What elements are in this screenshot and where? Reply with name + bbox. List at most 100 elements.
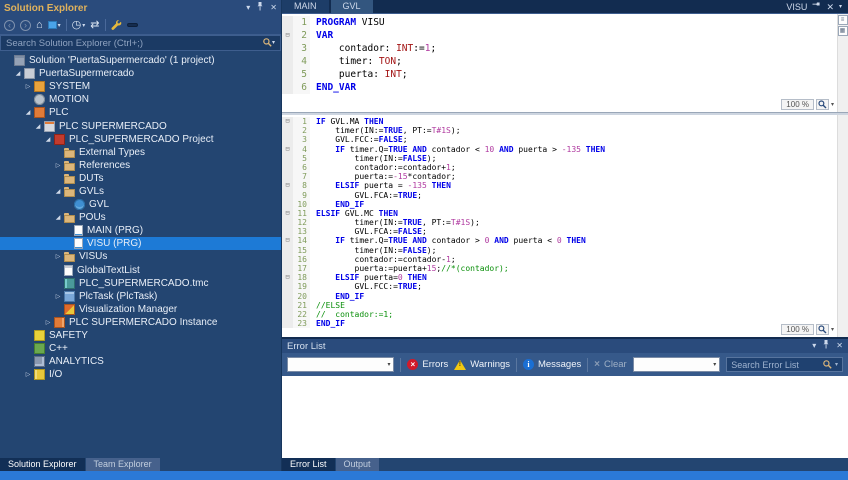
fold-marker-icon[interactable]: ⊟ — [282, 29, 293, 42]
warnings-filter-button[interactable]: Warnings — [454, 359, 510, 370]
error-list-search[interactable]: Search Error List ▾ — [726, 357, 843, 372]
pending-changes-icon[interactable]: ◷▾ — [72, 20, 86, 31]
tab-error-list[interactable]: Error List — [282, 458, 335, 471]
magnifier-icon[interactable] — [816, 324, 829, 335]
tree-item[interactable]: ▷SYSTEM — [0, 80, 281, 93]
code-line[interactable]: ⊟11ELSIF GVL.MC THEN — [282, 209, 848, 218]
close-icon[interactable]: ✕ — [826, 2, 834, 12]
code-line[interactable]: ⊟2VAR — [282, 29, 848, 42]
solution-explorer-search[interactable]: Search Solution Explorer (Ctrl+;) ▾ — [0, 35, 281, 51]
search-input[interactable]: Search Error List — [731, 360, 820, 370]
tree-item[interactable]: MAIN (PRG) — [0, 224, 281, 237]
code-line[interactable]: 5 timer(IN:=FALSE); — [282, 154, 848, 163]
code-line[interactable]: 6 contador:=contador+1; — [282, 163, 848, 172]
implementation-scrollbar[interactable] — [837, 115, 848, 337]
expander-collapsed-icon[interactable]: ▷ — [53, 162, 63, 169]
expander-expanded-icon[interactable]: ◢ — [13, 70, 23, 77]
code-line[interactable]: 2 timer(IN:=TRUE, PT:=T#1S); — [282, 126, 848, 135]
tree-item[interactable]: ◢GVLs — [0, 185, 281, 198]
search-icon[interactable] — [823, 356, 832, 374]
code-line[interactable]: ⊟1IF GVL.MA THEN — [282, 117, 848, 126]
expander-collapsed-icon[interactable]: ▷ — [23, 371, 33, 378]
tree-item[interactable]: Visualization Manager — [0, 303, 281, 316]
declaration-scrollbar[interactable]: ≡ ▦ — [837, 14, 848, 112]
code-line[interactable]: 4 timer: TON; — [282, 55, 848, 68]
expander-collapsed-icon[interactable]: ▷ — [53, 253, 63, 260]
implementation-editor[interactable]: ⊟1IF GVL.MA THEN2 timer(IN:=TRUE, PT:=T#… — [282, 115, 848, 337]
tab-team-explorer[interactable]: Team Explorer — [86, 458, 160, 471]
fold-marker-icon[interactable]: ⊟ — [282, 209, 293, 218]
zoom-caret-icon[interactable]: ▾ — [831, 326, 834, 333]
expander-expanded-icon[interactable]: ◢ — [53, 188, 63, 195]
error-scope-dropdown[interactable]: ▾ — [287, 357, 394, 372]
search-icon[interactable] — [263, 34, 272, 52]
expander-expanded-icon[interactable]: ◢ — [33, 123, 43, 130]
fold-marker-icon[interactable]: ⊟ — [282, 117, 293, 126]
tree-item[interactable]: ▷I/O — [0, 368, 281, 381]
code-line[interactable]: ⊟4 IF timer.Q=TRUE AND contador < 10 AND… — [282, 145, 848, 154]
tree-item[interactable]: VISU (PRG) — [0, 237, 281, 250]
declaration-tabular-view-button[interactable]: ▦ — [838, 26, 848, 36]
tree-item[interactable]: ▷PlcTask (PlcTask) — [0, 290, 281, 303]
zoom-caret-icon[interactable]: ▾ — [831, 101, 834, 108]
code-line[interactable]: 22// contador:=1; — [282, 310, 848, 319]
tree-item[interactable]: MOTION — [0, 93, 281, 106]
tree-item[interactable]: Solution 'PuertaSupermercado' (1 project… — [0, 54, 281, 67]
declaration-textual-view-button[interactable]: ≡ — [838, 15, 848, 25]
pin-icon[interactable] — [822, 340, 830, 352]
tab-output[interactable]: Output — [336, 458, 379, 471]
tab-main-document[interactable]: MAIN — [282, 0, 329, 13]
tree-item[interactable]: GlobalTextList — [0, 264, 281, 277]
fold-marker-icon[interactable]: ⊟ — [282, 181, 293, 190]
tree-item[interactable]: ◢PuertaSupermercado — [0, 67, 281, 80]
search-options-caret-icon[interactable]: ▾ — [272, 38, 275, 48]
code-line[interactable]: 15 timer(IN:=FALSE); — [282, 246, 848, 255]
code-line[interactable]: 23END_IF — [282, 319, 848, 328]
pin-icon[interactable] — [812, 2, 821, 12]
tab-solution-explorer[interactable]: Solution Explorer — [0, 458, 85, 471]
code-line[interactable]: 21//ELSE — [282, 301, 848, 310]
declaration-editor[interactable]: 1PROGRAM VISU⊟2VAR3 contador: INT:=1;4 t… — [282, 13, 848, 112]
code-line[interactable]: 12 timer(IN:=TRUE, PT:=T#1S); — [282, 218, 848, 227]
expander-collapsed-icon[interactable]: ▷ — [53, 293, 63, 300]
tree-item[interactable]: ANALYTICS — [0, 355, 281, 368]
tree-item[interactable]: ▷PLC SUPERMERCADO Instance — [0, 316, 281, 329]
code-line[interactable]: 13 GVL.FCA:=FALSE; — [282, 227, 848, 236]
code-line[interactable]: 19 GVL.FCC:=TRUE; — [282, 282, 848, 291]
tree-item[interactable]: PLC_SUPERMERCADO.tmc — [0, 277, 281, 290]
code-line[interactable]: 9 GVL.FCA:=TRUE; — [282, 191, 848, 200]
tree-item[interactable]: ◢PLC — [0, 106, 281, 119]
sync-active-document-icon[interactable]: ⇄ — [90, 20, 99, 31]
preview-icon[interactable] — [127, 23, 138, 27]
window-menu-caret-icon[interactable]: ▾ — [812, 341, 816, 351]
tree-item[interactable]: C++ — [0, 342, 281, 355]
clear-button[interactable]: × Clear — [594, 359, 627, 370]
tree-item[interactable]: ◢POUs — [0, 211, 281, 224]
zoom-level[interactable]: 100 % — [781, 99, 814, 110]
magnifier-icon[interactable] — [816, 99, 829, 110]
search-input[interactable]: Search Solution Explorer (Ctrl+;) — [6, 38, 263, 49]
tree-item[interactable]: ▷VISUs — [0, 250, 281, 263]
code-line[interactable]: 1PROGRAM VISU — [282, 16, 848, 29]
errors-filter-button[interactable]: × Errors — [407, 359, 448, 370]
expander-expanded-icon[interactable]: ◢ — [53, 214, 63, 221]
code-line[interactable]: ⊟8 ELSIF puerta = -135 THEN — [282, 181, 848, 190]
error-list-content[interactable] — [282, 376, 848, 458]
code-line[interactable]: 5 puerta: INT; — [282, 68, 848, 81]
nav-back-icon[interactable]: ‹ — [4, 20, 15, 31]
switch-views-icon[interactable]: ▾ — [48, 21, 61, 29]
fold-marker-icon[interactable]: ⊟ — [282, 236, 293, 245]
tree-item[interactable]: DUTs — [0, 172, 281, 185]
code-line[interactable]: 16 contador:=contador-1; — [282, 255, 848, 264]
expander-expanded-icon[interactable]: ◢ — [23, 109, 33, 116]
expander-collapsed-icon[interactable]: ▷ — [23, 83, 33, 90]
code-line[interactable]: 3 contador: INT:=1; — [282, 42, 848, 55]
error-filter-dropdown[interactable]: ▾ — [633, 357, 721, 372]
code-line[interactable]: ⊟14 IF timer.Q=TRUE AND contador > 0 AND… — [282, 236, 848, 245]
tree-item[interactable]: GVL — [0, 198, 281, 211]
nav-forward-icon[interactable]: › — [20, 20, 31, 31]
code-line[interactable]: 20 END_IF — [282, 292, 848, 301]
messages-filter-button[interactable]: i Messages — [523, 359, 581, 370]
code-line[interactable]: 3 GVL.FCC:=FALSE; — [282, 135, 848, 144]
tree-item[interactable]: SAFETY — [0, 329, 281, 342]
